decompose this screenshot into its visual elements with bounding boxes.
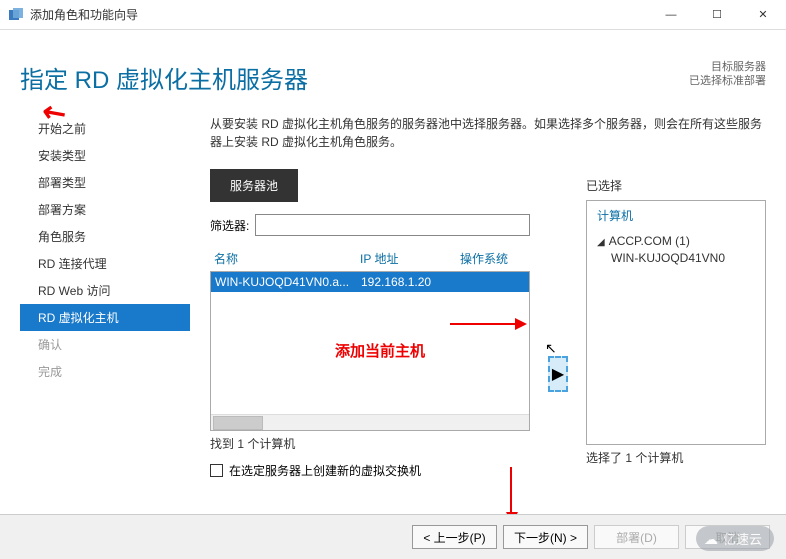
server-node[interactable]: WIN-KUJOQD41VN0: [611, 251, 755, 265]
cursor-icon: ↖: [545, 340, 557, 357]
next-button[interactable]: 下一步(N) >: [503, 525, 588, 549]
cancel-button: 取消: [685, 525, 770, 549]
wizard-sidebar: 开始之前 安装类型 部署类型 部署方案 角色服务 RD 连接代理 RD Web …: [20, 115, 190, 385]
filter-input[interactable]: [255, 214, 530, 236]
tab-server-pool[interactable]: 服务器池: [210, 169, 298, 202]
found-count: 找到 1 个计算机: [210, 435, 530, 452]
column-name[interactable]: 名称: [210, 250, 360, 267]
window-title: 添加角色和功能向导: [30, 6, 648, 23]
previous-button[interactable]: < 上一步(P): [412, 525, 497, 549]
deploy-button: 部署(D): [594, 525, 679, 549]
computer-header[interactable]: 计算机: [597, 207, 755, 224]
create-vswitch-checkbox[interactable]: [210, 464, 223, 477]
description-text: 从要安装 RD 虚拟化主机角色服务的服务器池中选择服务器。如果选择多个服务器，则…: [210, 115, 766, 151]
target-value: 已选择标准部署: [689, 74, 766, 88]
cell-ip: 192.168.1.20: [361, 275, 461, 289]
domain-node[interactable]: ◢ACCP.COM (1): [597, 234, 755, 248]
app-icon: [8, 7, 24, 23]
sidebar-item-before-begin[interactable]: 开始之前: [20, 115, 190, 142]
sidebar-item-rd-connection[interactable]: RD 连接代理: [20, 250, 190, 277]
page-title: 指定 RD 虚拟化主机服务器: [20, 60, 308, 95]
cell-os: [461, 275, 529, 289]
sidebar-item-rd-web[interactable]: RD Web 访问: [20, 277, 190, 304]
maximize-button[interactable]: ☐: [694, 0, 740, 30]
close-button[interactable]: ✕: [740, 0, 786, 30]
target-label: 目标服务器: [689, 60, 766, 74]
cell-name: WIN-KUJOQD41VN0.a...: [211, 275, 361, 289]
triangle-icon: ◢: [597, 237, 605, 248]
column-os[interactable]: 操作系统: [460, 250, 530, 267]
minimize-button[interactable]: —: [648, 0, 694, 30]
add-server-button[interactable]: ▶: [548, 356, 568, 392]
sidebar-item-deploy-scenario[interactable]: 部署方案: [20, 196, 190, 223]
table-row[interactable]: WIN-KUJOQD41VN0.a... 192.168.1.20: [211, 272, 529, 292]
sidebar-item-complete: 完成: [20, 358, 190, 385]
sidebar-item-confirm: 确认: [20, 331, 190, 358]
filter-label: 筛选器:: [210, 217, 249, 234]
arrow-right-icon: ▶: [552, 364, 564, 384]
server-grid: WIN-KUJOQD41VN0.a... 192.168.1.20: [210, 271, 530, 431]
sidebar-item-role-services[interactable]: 角色服务: [20, 223, 190, 250]
sidebar-item-rd-virtualization[interactable]: RD 虚拟化主机: [20, 304, 190, 331]
selected-title: 已选择: [586, 177, 766, 194]
horizontal-scrollbar[interactable]: [211, 414, 529, 430]
create-vswitch-label: 在选定服务器上创建新的虚拟交换机: [229, 462, 421, 479]
column-ip[interactable]: IP 地址: [360, 250, 460, 267]
selected-box: 计算机 ◢ACCP.COM (1) WIN-KUJOQD41VN0: [586, 200, 766, 445]
sidebar-item-install-type[interactable]: 安装类型: [20, 142, 190, 169]
sidebar-item-deploy-type[interactable]: 部署类型: [20, 169, 190, 196]
selected-count: 选择了 1 个计算机: [586, 449, 766, 466]
